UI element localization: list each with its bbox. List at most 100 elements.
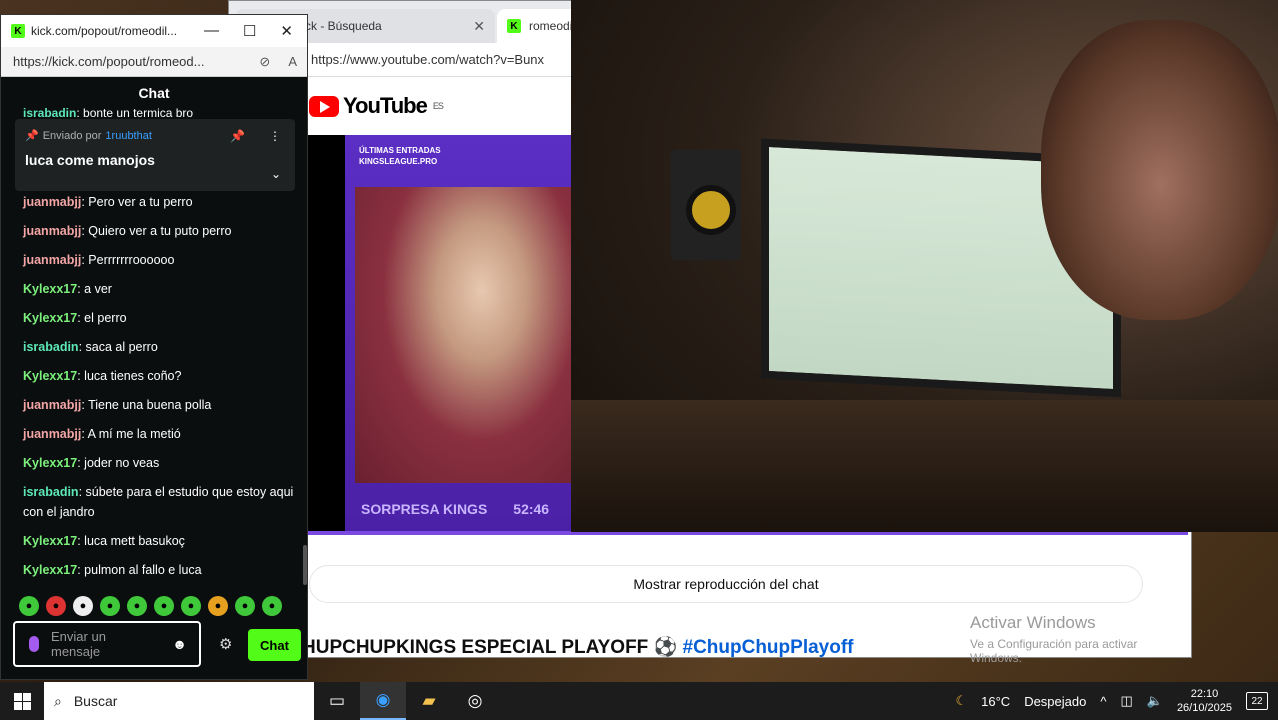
chat-text: luca mett basukoç — [84, 534, 185, 548]
close-icon[interactable]: ✕ — [280, 22, 293, 40]
emote-icon[interactable]: ● — [46, 596, 66, 616]
video-title: HUPCHUPKINGS ESPECIAL PLAYOFF ⚽ #ChupChu… — [302, 635, 854, 659]
pinned-message[interactable]: 📌 Enviado por 1ruubthat luca come manojo… — [15, 119, 295, 191]
chat-message: israbadin: súbete para el estudio que es… — [23, 485, 294, 519]
chat-message: juanmabjj: A mí me la metió — [23, 427, 181, 441]
kick-favicon-icon: K — [507, 19, 521, 33]
clock-time: 22:10 — [1190, 688, 1219, 700]
video-title-hashtag[interactable]: #ChupChupPlayoff — [683, 637, 854, 658]
clock[interactable]: 22:10 26/10/2025 — [1177, 687, 1232, 715]
address-bar-icons: ⊘ A — [259, 54, 307, 70]
chat-message: Kylexx17: joder no veas — [23, 456, 160, 470]
weather-text[interactable]: Despejado — [1024, 694, 1086, 709]
chat-message: Kylexx17: a ver — [23, 282, 112, 296]
chat-username[interactable]: juanmabjj — [23, 195, 81, 209]
chat-username[interactable]: Kylexx17 — [23, 311, 77, 325]
chat-username[interactable]: Kylexx17 — [23, 369, 77, 383]
emote-icon[interactable]: ● — [235, 596, 255, 616]
tracking-prevention-icon[interactable]: ⊘ — [259, 54, 270, 70]
youtube-logo[interactable]: YouTube ES — [309, 93, 444, 119]
kick-url-text: https://kick.com/popout/romeod... — [13, 54, 205, 69]
file-explorer-icon[interactable]: ▰ — [406, 682, 452, 720]
start-button[interactable] — [0, 682, 44, 720]
chevron-down-icon[interactable]: ⌄ — [271, 167, 281, 181]
chat-username[interactable]: juanmabjj — [23, 224, 81, 238]
thumbnail-time: 52:46 — [513, 501, 550, 517]
emote-icon[interactable]: ● — [127, 596, 147, 616]
scrollbar[interactable] — [303, 545, 307, 585]
system-tray: ☾ 16°C Despejado ^ ◫ 🔈 22:10 26/10/2025 … — [955, 687, 1278, 715]
taskbar-search[interactable]: ⌕ Buscar — [44, 682, 314, 720]
chat-username[interactable]: Kylexx17 — [23, 534, 77, 548]
chat-username[interactable]: juanmabjj — [23, 253, 81, 267]
thumbnail-footer: SORPRESA KINGS 52:46 — [361, 501, 549, 517]
chat-text: saca al perro — [85, 340, 158, 354]
emote-icon[interactable]: ● — [154, 596, 174, 616]
webcam-speaker — [671, 150, 741, 260]
chat-text: joder no veas — [84, 456, 160, 470]
address-url: https://www.youtube.com/watch?v=Bunx — [311, 52, 545, 67]
chat-username[interactable]: juanmabjj — [23, 427, 81, 441]
close-icon[interactable]: ✕ — [473, 18, 485, 35]
chat-message: juanmabjj: Pero ver a tu perro — [23, 195, 193, 209]
tab-search-label: ck - Búsqueda — [305, 19, 382, 33]
notification-icon[interactable]: 22 — [1246, 692, 1268, 710]
edge-browser-icon[interactable]: ◉ — [360, 682, 406, 720]
chat-text: Perrrrrrroooooo — [88, 253, 175, 267]
chat-username[interactable]: israbadin — [23, 485, 79, 499]
emote-icon[interactable]: ● — [181, 596, 201, 616]
banner-line2: KINGSLEAGUE.PRO — [359, 157, 438, 166]
pinned-actions: 📌 ⋮ — [230, 129, 281, 143]
emote-icon[interactable]: ● — [73, 596, 93, 616]
network-icon[interactable]: ◫ — [1120, 693, 1132, 709]
read-aloud-icon[interactable]: A — [288, 54, 297, 70]
chat-header-title: Chat — [138, 85, 170, 101]
kick-titlebar: K kick.com/popout/romeodil... — ☐ ✕ — [1, 15, 307, 47]
send-chat-label: Chat — [260, 637, 289, 653]
chat-message: juanmabjj: Quiero ver a tu puto perro — [23, 224, 232, 238]
weather-icon[interactable]: ☾ — [955, 693, 967, 709]
maximize-icon[interactable]: ☐ — [243, 22, 256, 40]
chat-text: A mí me la metió — [87, 427, 181, 441]
chevron-up-icon[interactable]: ^ — [1100, 694, 1106, 709]
show-chat-replay-button[interactable]: Mostrar reproducción del chat — [309, 565, 1143, 603]
gear-icon[interactable]: ⚙ — [219, 635, 232, 653]
emote-icon[interactable]: ● — [19, 596, 39, 616]
send-chat-button[interactable]: Chat — [248, 629, 301, 661]
cut-message: israbadin: bonte un termica bro — [23, 106, 194, 120]
taskbar: ⌕ Buscar ▭ ◉ ▰ ◎ ☾ 16°C Despejado ^ ◫ 🔈 … — [0, 682, 1278, 720]
obs-recording-icon[interactable]: ◎ — [452, 682, 498, 720]
chat-input-placeholder: Enviar un mensaje — [51, 629, 106, 659]
chat-username[interactable]: Kylexx17 — [23, 282, 77, 296]
kick-chat-popout: K kick.com/popout/romeodil... — ☐ ✕ http… — [0, 14, 308, 680]
emote-icon[interactable]: ● — [100, 596, 120, 616]
webcam-desk — [571, 400, 1278, 532]
chat-username[interactable]: Kylexx17 — [23, 456, 77, 470]
chat-input[interactable]: Enviar un mensaje ☻ — [13, 621, 201, 667]
region-code: ES — [432, 101, 444, 111]
pin-icon: 📌 — [25, 130, 39, 142]
thumbnail-banner: ÚLTIMAS ENTRADAS KINGSLEAGUE.PRO — [359, 145, 441, 167]
minimize-icon[interactable]: — — [204, 22, 219, 40]
chat-username[interactable]: juanmabjj — [23, 398, 81, 412]
chat-message: israbadin: saca al perro — [23, 340, 158, 354]
more-options-icon[interactable]: ⋮ — [269, 129, 281, 143]
youtube-logo-text: YouTube — [343, 93, 428, 118]
volume-icon[interactable]: 🔈 — [1147, 693, 1163, 709]
emote-icon[interactable]: ● — [262, 596, 282, 616]
pinned-user[interactable]: 1ruubthat — [105, 130, 151, 142]
unpin-icon[interactable]: 📌 — [230, 129, 245, 143]
thumbnail-caption: SORPRESA KINGS — [361, 501, 488, 517]
cut-message-user[interactable]: israbadin — [23, 106, 76, 120]
chat-username[interactable]: israbadin — [23, 340, 79, 354]
task-view-icon[interactable]: ▭ — [314, 682, 360, 720]
chat-text: pulmon al fallo e luca — [84, 563, 202, 577]
chat-message: juanmabjj: Tiene una buena polla — [23, 398, 212, 412]
mic-icon[interactable] — [29, 636, 39, 652]
emote-icon[interactable]: ● — [208, 596, 228, 616]
chat-username[interactable]: Kylexx17 — [23, 563, 77, 577]
webcam-feed — [571, 0, 1278, 532]
kick-address-bar[interactable]: https://kick.com/popout/romeod... ⊘ A — [1, 47, 307, 77]
emoji-icon[interactable]: ☻ — [172, 636, 187, 652]
weather-temp[interactable]: 16°C — [981, 694, 1010, 709]
